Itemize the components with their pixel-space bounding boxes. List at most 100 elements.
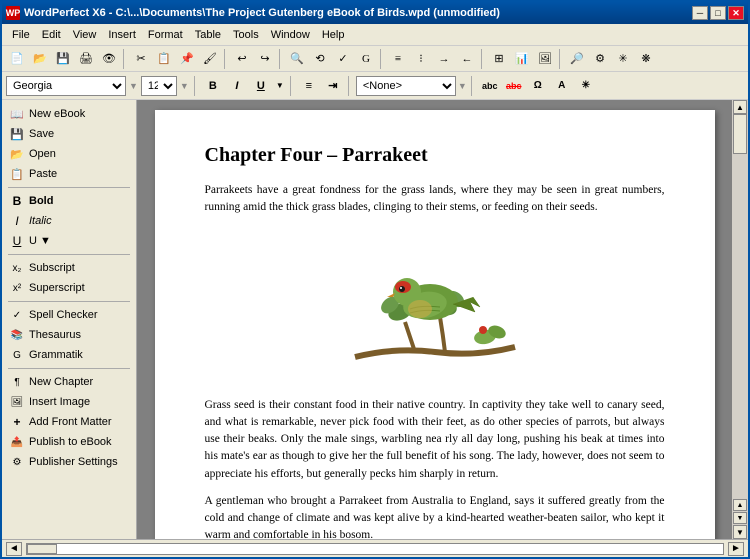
sidebar-item-superscript[interactable]: x² Superscript bbox=[2, 278, 136, 298]
menu-format[interactable]: Format bbox=[142, 27, 189, 43]
settings-button[interactable]: ⚙ bbox=[589, 48, 611, 70]
sidebar-item-bold[interactable]: B Bold bbox=[2, 191, 136, 211]
replace-button[interactable]: ⟲ bbox=[309, 48, 331, 70]
menu-window[interactable]: Window bbox=[265, 27, 316, 43]
copy-button[interactable]: 📋 bbox=[153, 48, 175, 70]
sidebar-label-italic: Italic bbox=[29, 215, 52, 227]
document-area: Chapter Four – Parrakeet Parrakeets have… bbox=[137, 100, 732, 539]
save-toolbar-button[interactable]: 💾 bbox=[52, 48, 74, 70]
symbol-button[interactable]: Ω bbox=[527, 76, 549, 96]
table-insert[interactable]: ⊞ bbox=[488, 48, 510, 70]
menu-insert[interactable]: Insert bbox=[102, 27, 142, 43]
grammar-button[interactable]: G bbox=[355, 48, 377, 70]
menu-file[interactable]: File bbox=[6, 27, 36, 43]
maximize-button[interactable]: □ bbox=[710, 6, 726, 20]
menu-tools[interactable]: Tools bbox=[227, 27, 265, 43]
sidebar-item-paste[interactable]: 📋 Paste bbox=[2, 164, 136, 184]
spell-red-button[interactable]: abc bbox=[503, 76, 525, 96]
document-page[interactable]: Chapter Four – Parrakeet Parrakeets have… bbox=[155, 110, 715, 539]
menu-help[interactable]: Help bbox=[316, 27, 351, 43]
toolbar-sep-5 bbox=[481, 49, 485, 69]
more-fmt[interactable]: ✳ bbox=[575, 76, 597, 96]
bold-sidebar-icon: B bbox=[10, 194, 24, 208]
chapter-title: Chapter Four – Parrakeet bbox=[205, 140, 665, 170]
scroll-down-button[interactable]: ▼ bbox=[733, 525, 747, 539]
underline-button[interactable]: U bbox=[250, 76, 272, 96]
color-button[interactable]: A bbox=[551, 76, 573, 96]
bullet-list[interactable]: ≡ bbox=[387, 48, 409, 70]
format-painter[interactable]: 🖌 bbox=[199, 48, 221, 70]
font-size-selector[interactable]: 12 bbox=[141, 76, 177, 96]
spell-checker-icon: ✓ bbox=[10, 308, 24, 322]
minimize-button[interactable]: ─ bbox=[692, 6, 708, 20]
scroll-thumb[interactable] bbox=[733, 114, 747, 154]
sidebar-item-new-ebook[interactable]: 📖 New eBook bbox=[2, 104, 136, 124]
style-selector[interactable]: <None> bbox=[356, 76, 456, 96]
font-selector[interactable]: Georgia bbox=[6, 76, 126, 96]
extra-button[interactable]: ❋ bbox=[635, 48, 657, 70]
spell-fmt-button[interactable]: abc bbox=[479, 76, 501, 96]
horizontal-scrollbar[interactable] bbox=[26, 543, 724, 555]
sidebar-sep-3 bbox=[8, 301, 130, 302]
sidebar-item-save[interactable]: 💾 Save bbox=[2, 124, 136, 144]
h-scroll-thumb[interactable] bbox=[27, 544, 57, 554]
save-icon: 💾 bbox=[10, 127, 24, 141]
bold-button[interactable]: B bbox=[202, 76, 224, 96]
add-front-matter-icon: + bbox=[10, 415, 24, 429]
horizontal-scroll-right[interactable]: ► bbox=[728, 542, 744, 556]
page-up-button[interactable]: ▲ bbox=[733, 499, 747, 511]
main-window: WP WordPerfect X6 - C:\...\Documents\The… bbox=[0, 0, 750, 559]
image-button[interactable]: 🖼 bbox=[534, 48, 556, 70]
align-left[interactable]: ≡ bbox=[298, 76, 320, 96]
indent-fmt[interactable]: ⇥ bbox=[322, 76, 344, 96]
menu-table[interactable]: Table bbox=[189, 27, 227, 43]
fmt-sep-1 bbox=[194, 76, 198, 96]
menu-view[interactable]: View bbox=[67, 27, 103, 43]
scroll-up-button[interactable]: ▲ bbox=[733, 100, 747, 114]
underline-dropdown[interactable]: ▼ bbox=[274, 76, 286, 96]
menu-edit[interactable]: Edit bbox=[36, 27, 67, 43]
print-preview-button[interactable]: 👁 bbox=[98, 48, 120, 70]
scroll-track[interactable] bbox=[733, 114, 747, 498]
zoom-button[interactable]: 🔎 bbox=[566, 48, 588, 70]
new-button[interactable]: 📄 bbox=[6, 48, 28, 70]
chart-button[interactable]: 📊 bbox=[511, 48, 533, 70]
open-toolbar-button[interactable]: 📂 bbox=[29, 48, 51, 70]
sidebar-item-publish-ebook[interactable]: 📤 Publish to eBook bbox=[2, 432, 136, 452]
italic-sidebar-icon: I bbox=[10, 214, 24, 228]
sidebar-label-open: Open bbox=[29, 148, 56, 160]
print-button[interactable]: 🖨 bbox=[75, 48, 97, 70]
sidebar-item-subscript[interactable]: x₂ Subscript bbox=[2, 258, 136, 278]
sidebar-label-publish-ebook: Publish to eBook bbox=[29, 436, 112, 448]
find-button[interactable]: 🔍 bbox=[286, 48, 308, 70]
undo-button[interactable]: ↩ bbox=[231, 48, 253, 70]
sidebar-item-open[interactable]: 📂 Open bbox=[2, 144, 136, 164]
sidebar-item-italic[interactable]: I Italic bbox=[2, 211, 136, 231]
cut-button[interactable]: ✂ bbox=[130, 48, 152, 70]
sidebar-item-add-front-matter[interactable]: + Add Front Matter bbox=[2, 412, 136, 432]
indent-button[interactable]: → bbox=[433, 48, 455, 70]
horizontal-scroll-left[interactable]: ◄ bbox=[6, 542, 22, 556]
redo-button[interactable]: ↪ bbox=[254, 48, 276, 70]
sidebar-item-spell-checker[interactable]: ✓ Spell Checker bbox=[2, 305, 136, 325]
sidebar-item-new-chapter[interactable]: ¶ New Chapter bbox=[2, 372, 136, 392]
sidebar-label-thesaurus: Thesaurus bbox=[29, 329, 81, 341]
publisher-settings-icon: ⚙ bbox=[10, 455, 24, 469]
sidebar-label-spell-checker: Spell Checker bbox=[29, 309, 97, 321]
close-button[interactable]: ✕ bbox=[728, 6, 744, 20]
num-list[interactable]: ⁝ bbox=[410, 48, 432, 70]
outdent-button[interactable]: ← bbox=[456, 48, 478, 70]
spell-button[interactable]: ✓ bbox=[332, 48, 354, 70]
sidebar-item-insert-image[interactable]: 🖼 Insert Image bbox=[2, 392, 136, 412]
italic-button[interactable]: I bbox=[226, 76, 248, 96]
sidebar-item-publisher-settings[interactable]: ⚙ Publisher Settings bbox=[2, 452, 136, 472]
sidebar-sep-2 bbox=[8, 254, 130, 255]
subscript-icon: x₂ bbox=[10, 261, 24, 275]
more-button[interactable]: ✳ bbox=[612, 48, 634, 70]
page-down-button[interactable]: ▼ bbox=[733, 512, 747, 524]
sidebar-item-underline[interactable]: U U ▼ bbox=[2, 231, 136, 251]
paste-button[interactable]: 📌 bbox=[176, 48, 198, 70]
paragraph-3: A gentleman who brought a Parrakeet from… bbox=[205, 493, 665, 539]
sidebar-item-grammatik[interactable]: G Grammatik bbox=[2, 345, 136, 365]
sidebar-item-thesaurus[interactable]: 📚 Thesaurus bbox=[2, 325, 136, 345]
